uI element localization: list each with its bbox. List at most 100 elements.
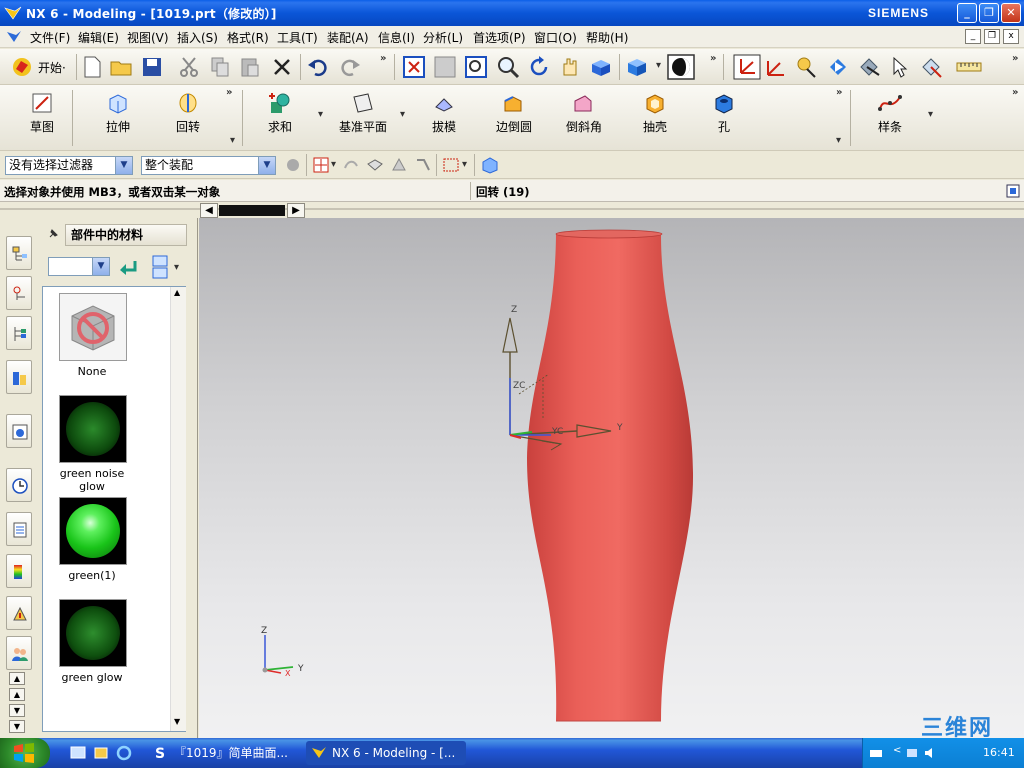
menu-tools[interactable]: 工具(T) bbox=[277, 29, 318, 46]
toolbar-overflow-icon-5[interactable]: » bbox=[836, 87, 842, 98]
measure-icon[interactable] bbox=[955, 55, 983, 79]
toolbar-overflow-icon[interactable]: » bbox=[380, 53, 386, 64]
undo-icon[interactable] bbox=[306, 55, 330, 79]
type-filter-select[interactable]: 没有选择过滤器 ▼ bbox=[5, 156, 133, 175]
part-navigator-tab[interactable] bbox=[6, 316, 32, 350]
fit-view-icon[interactable] bbox=[402, 55, 426, 79]
menu-format[interactable]: 格式(R) bbox=[227, 29, 269, 46]
select-forward-icon[interactable] bbox=[826, 55, 850, 79]
paste-icon[interactable] bbox=[238, 55, 262, 79]
menu-view[interactable]: 视图(V) bbox=[127, 29, 169, 46]
history-tab[interactable] bbox=[6, 468, 32, 502]
network-icon[interactable] bbox=[905, 746, 919, 760]
rotate-icon[interactable] bbox=[527, 55, 551, 79]
chamfer-label[interactable]: 倒斜角 bbox=[560, 118, 608, 135]
menu-insert[interactable]: 插入(S) bbox=[177, 29, 218, 46]
chamfer-icon[interactable] bbox=[571, 91, 595, 115]
new-file-icon[interactable] bbox=[80, 55, 104, 79]
keyboard-icon[interactable] bbox=[869, 746, 883, 760]
system-scenes-tab[interactable] bbox=[6, 554, 32, 588]
maximize-button[interactable]: ❐ bbox=[979, 3, 999, 23]
sketch-icon[interactable] bbox=[30, 91, 54, 115]
volume-icon[interactable] bbox=[923, 746, 937, 760]
render-style-icon[interactable] bbox=[625, 55, 649, 79]
menu-info[interactable]: 信息(I) bbox=[378, 29, 415, 46]
graphics-window[interactable]: Z ZC YC Y Z Y X bbox=[199, 218, 1024, 738]
hole-label[interactable]: 孔 bbox=[706, 118, 742, 135]
spline-icon[interactable] bbox=[878, 91, 902, 115]
datum-plane-icon[interactable] bbox=[351, 91, 375, 115]
menu-window[interactable]: 窗口(O) bbox=[534, 29, 577, 46]
system-materials-tab[interactable] bbox=[6, 512, 32, 546]
open-folder-icon[interactable] bbox=[109, 55, 133, 79]
graphics-canvas[interactable]: Z ZC YC Y Z Y X bbox=[199, 218, 1024, 738]
tray-expand-icon[interactable]: < bbox=[893, 745, 901, 756]
resource-scroll-down-button[interactable]: ▼ bbox=[9, 720, 25, 733]
wcs-icon[interactable] bbox=[733, 54, 761, 80]
pan-icon[interactable] bbox=[558, 55, 582, 79]
toolbar-overflow-icon-2[interactable]: » bbox=[710, 53, 716, 64]
scroll-up-icon[interactable]: ▲ bbox=[174, 288, 180, 297]
material-swatch-none[interactable] bbox=[59, 293, 127, 361]
reuse-library-tab[interactable] bbox=[6, 360, 32, 394]
draft-label[interactable]: 拔模 bbox=[426, 118, 462, 135]
resource-scroll-up-button[interactable]: ▲ bbox=[9, 672, 25, 685]
rectangle-select-icon[interactable] bbox=[442, 156, 460, 174]
explorer-icon[interactable] bbox=[93, 745, 109, 761]
doc-restore-button[interactable]: ❐ bbox=[984, 29, 1000, 44]
draft-icon[interactable] bbox=[432, 91, 456, 115]
datum-plane-label[interactable]: 基准平面 bbox=[332, 118, 394, 135]
menu-preferences[interactable]: 首选项(P) bbox=[473, 29, 526, 46]
redo-icon[interactable] bbox=[338, 55, 362, 79]
scroll-left-button[interactable]: ◀ bbox=[200, 203, 218, 218]
rectangle-dropdown-icon[interactable]: ▾ bbox=[462, 159, 467, 170]
menu-file[interactable]: 文件(F) bbox=[30, 29, 70, 46]
list-scrollbar[interactable]: ▲ ▼ bbox=[170, 287, 186, 731]
body-rule-icon[interactable] bbox=[390, 156, 408, 174]
point-filter-icon[interactable] bbox=[795, 55, 819, 79]
background-icon[interactable] bbox=[667, 54, 695, 80]
web-browser-tab[interactable] bbox=[6, 414, 32, 448]
fullscreen-icon[interactable] bbox=[1006, 184, 1020, 198]
feature-dropdown-icon[interactable]: ▾ bbox=[230, 135, 235, 146]
revolve-icon[interactable] bbox=[176, 91, 200, 115]
material-swatch-green-glow[interactable] bbox=[59, 599, 127, 667]
zoom-icon[interactable] bbox=[496, 55, 520, 79]
save-icon[interactable] bbox=[140, 55, 164, 79]
copy-icon[interactable] bbox=[208, 55, 232, 79]
datum-dropdown-icon[interactable]: ▾ bbox=[400, 109, 405, 120]
face-rule-icon[interactable] bbox=[366, 156, 384, 174]
taskbar-item-browser[interactable]: S 『1019』简单曲面... bbox=[148, 741, 298, 765]
body-top-face[interactable] bbox=[555, 229, 663, 239]
revolved-body[interactable] bbox=[527, 234, 694, 721]
delete-icon[interactable] bbox=[270, 55, 294, 79]
toolbar-overflow-icon-3[interactable]: » bbox=[1012, 53, 1018, 64]
feature-rule-icon[interactable] bbox=[414, 156, 432, 174]
cut-icon[interactable] bbox=[177, 55, 201, 79]
spline-dropdown-icon[interactable]: ▾ bbox=[928, 109, 933, 120]
resource-scroll-up-small-button[interactable]: ▲ bbox=[9, 688, 25, 701]
material-swatch-green-noise-glow[interactable] bbox=[59, 395, 127, 463]
shaded-view-icon[interactable] bbox=[589, 55, 613, 79]
scroll-down-icon[interactable]: ▼ bbox=[174, 717, 180, 726]
hole-icon[interactable] bbox=[712, 91, 736, 115]
filter-settings-icon[interactable] bbox=[284, 156, 302, 174]
deselect-icon[interactable] bbox=[919, 55, 943, 79]
render-dropdown-icon[interactable]: ▾ bbox=[656, 60, 661, 71]
spline-label[interactable]: 样条 bbox=[872, 118, 908, 135]
edge-blend-label[interactable]: 边倒圆 bbox=[490, 118, 538, 135]
material-swatch-green-1[interactable] bbox=[59, 497, 127, 565]
taskbar-item-nx[interactable]: NX 6 - Modeling - [... bbox=[306, 741, 466, 765]
doc-close-button[interactable]: x bbox=[1003, 29, 1019, 44]
horizontal-scrollbar-thumb[interactable] bbox=[219, 205, 285, 216]
doc-minimize-button[interactable]: _ bbox=[965, 29, 981, 44]
process-studio-tab[interactable] bbox=[6, 596, 32, 630]
constraint-navigator-tab[interactable] bbox=[6, 276, 32, 310]
start-button[interactable]: 开始· bbox=[38, 59, 66, 76]
highlight-body-icon[interactable] bbox=[481, 156, 499, 174]
extrude-label[interactable]: 拉伸 bbox=[100, 118, 136, 135]
assembly-navigator-tab[interactable] bbox=[6, 236, 32, 270]
unite-label[interactable]: 求和 bbox=[262, 118, 298, 135]
unite-icon[interactable] bbox=[268, 91, 292, 115]
snap-icon[interactable] bbox=[764, 55, 788, 79]
